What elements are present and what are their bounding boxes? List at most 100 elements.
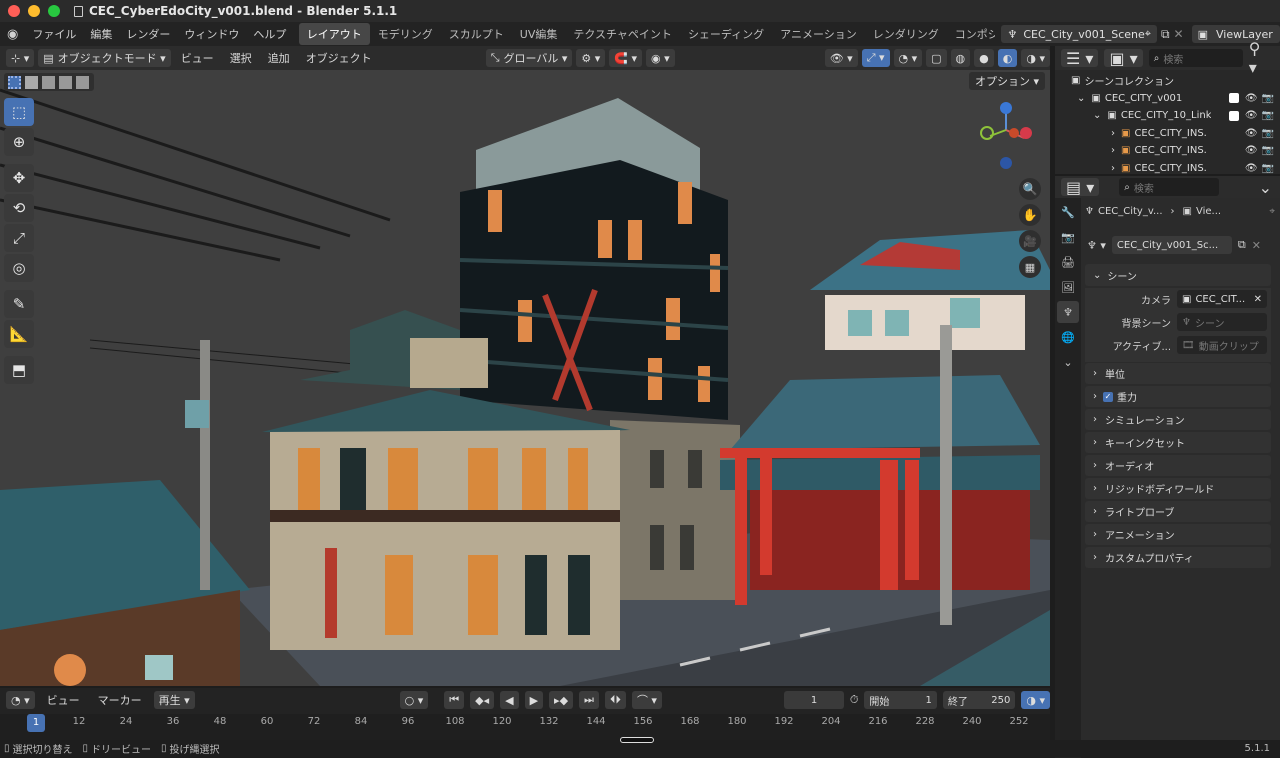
annotate-tool[interactable]: ✎ <box>4 290 34 318</box>
view-layer-tab-icon[interactable]: 🖼 <box>1057 276 1079 298</box>
select-new-icon[interactable] <box>8 75 21 89</box>
background-scene-field[interactable]: ♆ シーン <box>1177 313 1267 331</box>
transform-tool[interactable]: ◎ <box>4 254 34 282</box>
visibility-dropdown[interactable]: 👁 ▾ <box>824 49 858 67</box>
menu-file[interactable]: ファイル <box>25 26 83 42</box>
snap-timeline-icon[interactable]: ⌒ ▾ <box>631 691 662 709</box>
panel-custom-properties[interactable]: › カスタムプロパティ <box>1085 547 1271 568</box>
panel-units[interactable]: › 単位 <box>1085 363 1271 384</box>
jump-end-icon[interactable]: ⏭ <box>579 691 599 709</box>
prev-frame-icon[interactable]: ⏴⏵ <box>604 691 626 709</box>
zoom-window-button[interactable] <box>48 5 60 17</box>
menu-select[interactable]: 選択 <box>224 50 258 66</box>
frame-ruler[interactable]: 1 12 24 36 48 60 72 84 96 108 120 132 14… <box>0 714 1050 740</box>
tab-sculpt[interactable]: スカルプト <box>441 23 512 45</box>
blender-logo-icon[interactable]: ◉ <box>0 27 25 42</box>
instance-row[interactable]: › ▣ CEC_CITY_INS. 👁 📷 <box>1071 125 1280 143</box>
options-button[interactable]: オプション ▾ <box>969 72 1045 90</box>
auto-keying-toggle[interactable]: ○ ▾ <box>399 691 429 709</box>
close-icon[interactable]: ✕ <box>1252 239 1261 252</box>
pan-hand-icon[interactable]: ✋ <box>1019 204 1041 226</box>
active-clip-field[interactable]: 🎞 動画クリップ <box>1177 336 1267 354</box>
current-frame-field[interactable]: 1 <box>784 691 844 709</box>
menu-object[interactable]: オブジェクト <box>300 50 378 66</box>
playhead[interactable]: 1 <box>27 714 45 732</box>
scale-tool[interactable]: ⤢ <box>4 224 34 252</box>
world-tab-icon[interactable]: 🌐 <box>1057 326 1079 348</box>
tab-rendering[interactable]: レンダリング <box>865 23 947 45</box>
playback-dropdown[interactable]: 再生 ▾ <box>153 691 195 709</box>
minimize-window-button[interactable] <box>28 5 40 17</box>
menu-help[interactable]: ヘルプ <box>246 26 293 42</box>
remove-scene-icon[interactable]: ✕ <box>1174 27 1184 41</box>
measure-tool[interactable]: 📐 <box>4 320 34 348</box>
close-window-button[interactable] <box>8 5 20 17</box>
select-mode-icons[interactable] <box>4 73 94 91</box>
scene-name-field[interactable]: CEC_City_v001_Sc... <box>1111 236 1232 254</box>
visibility-eye-icon[interactable]: 👁 <box>1245 163 1258 174</box>
panel-gravity[interactable]: › ✓ 重力 <box>1085 386 1271 407</box>
select-invert-icon[interactable] <box>59 75 72 89</box>
next-keyframe-icon[interactable]: ▸◆ <box>549 691 574 709</box>
move-tool[interactable]: ✥ <box>4 164 34 192</box>
scene-tab-icon[interactable]: ♆ <box>1057 301 1079 323</box>
pin-icon[interactable]: ⌖ <box>1269 206 1275 217</box>
rotate-tool[interactable]: ⟲ <box>4 194 34 222</box>
jump-start-icon[interactable]: ⏮ <box>444 691 465 709</box>
filter-icon[interactable]: ⚲ ▾ <box>1249 39 1272 77</box>
collapse-arrow-icon[interactable]: ⌄ <box>1093 110 1101 121</box>
mode-dropdown[interactable]: ▤ オブジェクトモード ▾ <box>38 49 171 67</box>
chevron-down-icon[interactable]: ⌄ <box>1259 178 1272 197</box>
orientation-dropdown[interactable]: ⤡ グローバル ▾ <box>485 49 573 67</box>
3d-viewport[interactable]: オプション ▾ 🔍 ✋ 🎥 ▦ <box>0 70 1050 686</box>
tab-uv-edit[interactable]: UV編集 <box>512 23 566 45</box>
tab-compositing[interactable]: コンポジティ <box>947 23 996 45</box>
menu-view[interactable]: ビュー <box>175 50 220 66</box>
display-mode-dropdown[interactable]: ▣ ▾ <box>1104 49 1143 68</box>
shading-material[interactable]: ◐ <box>997 49 1018 67</box>
clear-icon[interactable]: ✕ <box>1254 294 1262 305</box>
outliner-editor-type[interactable]: ☰ ▾ <box>1061 49 1099 68</box>
camera-view-icon[interactable]: 🎥 <box>1019 230 1041 252</box>
gravity-checkbox[interactable]: ✓ <box>1103 391 1113 402</box>
shading-solid[interactable]: ● <box>974 49 994 67</box>
visibility-eye-icon[interactable]: 👁 <box>1245 128 1258 139</box>
instance-row[interactable]: › ▣ CEC_CITY_INS. 👁 📷 <box>1071 142 1280 160</box>
xray-toggle[interactable]: ▢ <box>926 49 947 67</box>
properties-search-input[interactable]: ⌕ 検索 <box>1119 178 1220 196</box>
menu-edit[interactable]: 編集 <box>83 26 119 42</box>
tab-shading[interactable]: シェーディング <box>680 23 772 45</box>
perspective-toggle-icon[interactable]: ▦ <box>1019 256 1041 278</box>
editor-type-icon[interactable]: ⊹ ▾ <box>6 49 35 67</box>
collection-row[interactable]: ⌄ ▣ CEC_CITY_10_Linke 👁 📷 <box>1071 107 1280 125</box>
instance-row[interactable]: › ▣ CEC_CITY_INS. 👁 📷 <box>1071 160 1280 178</box>
camera-field[interactable]: ▣ CEC_CIT... ✕ <box>1177 290 1267 308</box>
panel-audio[interactable]: › オーディオ <box>1085 455 1271 476</box>
expand-arrow-icon[interactable]: › <box>1111 128 1115 139</box>
expand-arrow-icon[interactable]: › <box>1111 145 1115 156</box>
new-scene-icon[interactable]: ⧉ <box>1161 27 1170 42</box>
visibility-eye-icon[interactable]: 👁 <box>1245 145 1258 156</box>
pivot-dropdown[interactable]: ⚙ ▾ <box>576 49 606 67</box>
output-tab-icon[interactable]: 🖨 <box>1057 251 1079 273</box>
snap-toggle[interactable]: 🧲 ▾ <box>609 49 643 67</box>
frame-end-field[interactable]: 終了 250 <box>942 691 1016 709</box>
select-subtract-icon[interactable] <box>42 75 55 89</box>
select-box-tool[interactable]: ⬚ <box>4 98 34 126</box>
more-tabs-chevron-icon[interactable]: ⌄ <box>1057 351 1079 373</box>
select-intersect-icon[interactable] <box>76 75 89 89</box>
tab-layout[interactable]: レイアウト <box>298 23 370 45</box>
scene-panel-header[interactable]: ⌄ シーン <box>1085 264 1271 286</box>
scene-selector[interactable]: ♆ CEC_City_v001_Scene ⌖ <box>1001 25 1157 43</box>
panel-simulation[interactable]: › シミュレーション <box>1085 409 1271 430</box>
play-reverse-icon[interactable]: ◀ <box>500 691 519 709</box>
timeline-editor-type[interactable]: ◔ ▾ <box>6 691 35 709</box>
render-camera-icon[interactable]: 📷 <box>1262 163 1274 174</box>
play-icon[interactable]: ▶ <box>524 691 544 709</box>
expand-arrow-icon[interactable]: › <box>1111 163 1115 174</box>
shading-rendered[interactable]: ◑ ▾ <box>1021 49 1050 67</box>
pin-icon[interactable]: ⌖ <box>1145 27 1151 41</box>
resize-handle[interactable] <box>620 737 654 743</box>
panel-rigid-body-world[interactable]: › リジッドボディワールド <box>1085 478 1271 499</box>
select-extend-icon[interactable] <box>25 75 38 89</box>
